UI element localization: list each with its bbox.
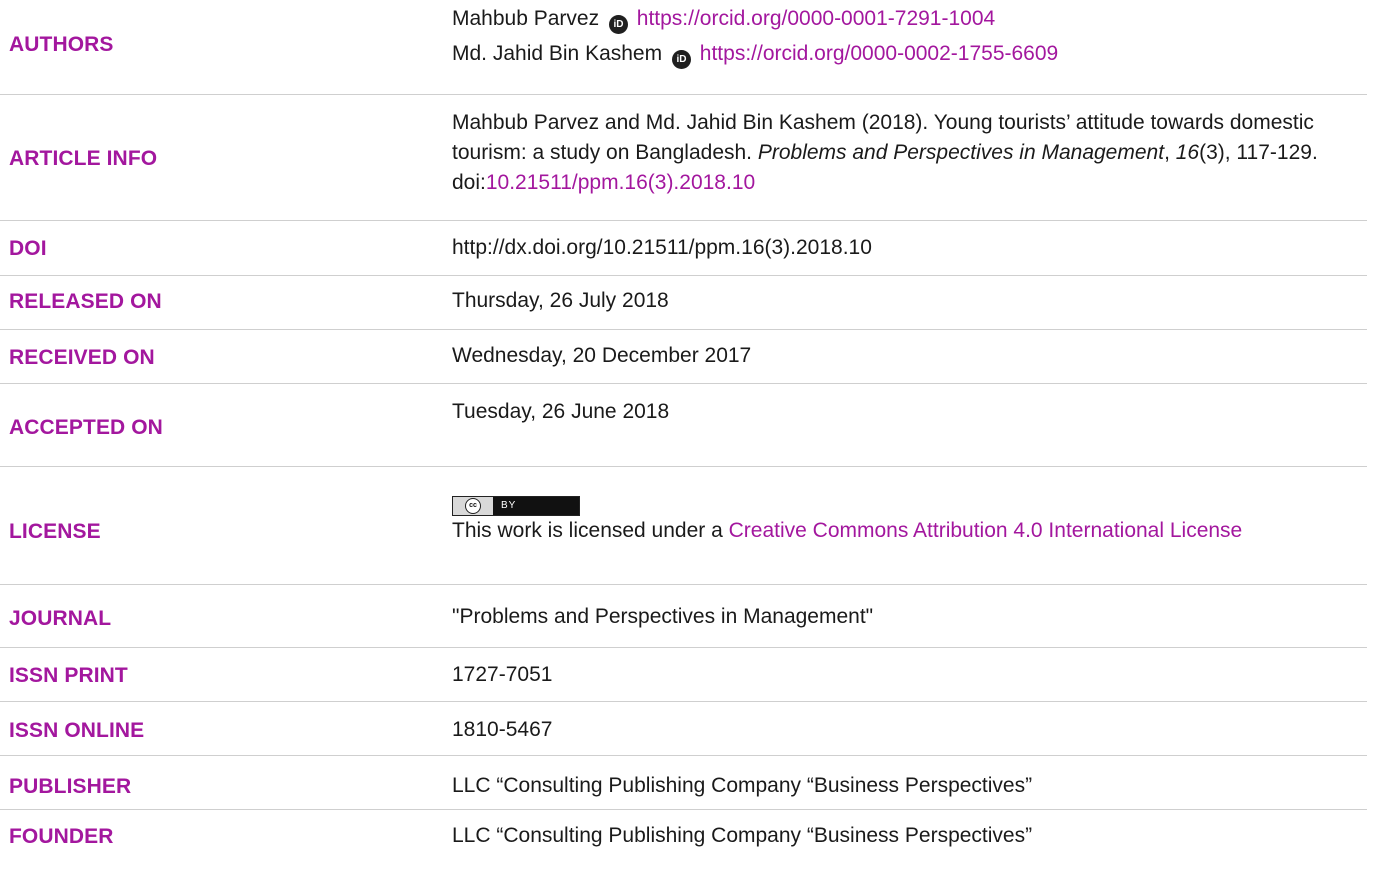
row-issn-print: ISSN PRINT 1727-7051	[0, 648, 1367, 702]
row-issn-online: ISSN ONLINE 1810-5467	[0, 702, 1367, 756]
value-received-on: Wednesday, 20 December 2017	[452, 344, 752, 367]
row-doi: DOI http://dx.doi.org/10.21511/ppm.16(3)…	[0, 221, 1367, 276]
label-doi: DOI	[9, 237, 47, 260]
row-accepted-on: ACCEPTED ON Tuesday, 26 June 2018	[0, 384, 1367, 467]
value-released-on: Thursday, 26 July 2018	[452, 289, 669, 312]
label-article-info: ARTICLE INFO	[9, 147, 158, 170]
value-issn-print: 1727-7051	[452, 663, 553, 686]
citation-volume: 16	[1175, 141, 1200, 164]
cc-by-license-icon[interactable]: cc BY	[452, 496, 580, 516]
author-1: Mahbub Parvez iD https://orcid.org/0000-…	[452, 4, 1367, 34]
label-released-on: RELEASED ON	[9, 290, 162, 313]
row-received-on: RECEIVED ON Wednesday, 20 December 2017	[0, 330, 1367, 384]
license-link[interactable]: Creative Commons Attribution 4.0 Interna…	[729, 519, 1243, 542]
value-doi: http://dx.doi.org/10.21511/ppm.16(3).201…	[452, 236, 872, 259]
row-authors: AUTHORS Mahbub Parvez iD https://orcid.o…	[0, 0, 1367, 95]
row-founder: FOUNDER LLC “Consulting Publishing Compa…	[0, 810, 1367, 865]
row-article-info: ARTICLE INFO Mahbub Parvez and Md. Jahid…	[0, 95, 1367, 221]
label-license: LICENSE	[9, 520, 101, 543]
label-accepted-on: ACCEPTED ON	[9, 416, 163, 439]
value-publisher: LLC “Consulting Publishing Company “Busi…	[452, 774, 1033, 797]
value-accepted-on: Tuesday, 26 June 2018	[452, 400, 670, 423]
label-issn-online: ISSN ONLINE	[9, 719, 145, 742]
license-text: This work is licensed under a Creative C…	[452, 519, 1243, 542]
value-authors: Mahbub Parvez iD https://orcid.org/0000-…	[452, 4, 1367, 69]
value-founder: LLC “Consulting Publishing Company “Busi…	[452, 824, 1033, 847]
citation-authors-year: Mahbub Parvez and Md. Jahid Bin Kashem (…	[452, 111, 934, 134]
orcid-icon[interactable]: iD	[608, 15, 628, 34]
row-publisher: PUBLISHER LLC “Consulting Publishing Com…	[0, 756, 1367, 810]
label-authors: AUTHORS	[9, 33, 114, 56]
value-article-info: Mahbub Parvez and Md. Jahid Bin Kashem (…	[452, 108, 1342, 198]
citation-doi-link[interactable]: 10.21511/ppm.16(3).2018.10	[486, 171, 755, 194]
value-issn-online: 1810-5467	[452, 718, 553, 741]
citation-sep: ,	[1164, 141, 1176, 164]
label-journal: JOURNAL	[9, 607, 112, 630]
author-2: Md. Jahid Bin Kashem iD https://orcid.or…	[452, 39, 1367, 69]
author-1-name: Mahbub Parvez	[452, 7, 600, 30]
author-1-orcid-link[interactable]: https://orcid.org/0000-0001-7291-1004	[637, 7, 995, 30]
value-license: cc BY This work is licensed under a Crea…	[452, 486, 1332, 546]
row-released-on: RELEASED ON Thursday, 26 July 2018	[0, 276, 1367, 330]
orcid-icon[interactable]: iD	[671, 50, 691, 69]
label-received-on: RECEIVED ON	[9, 346, 155, 369]
label-founder: FOUNDER	[9, 825, 114, 848]
label-publisher: PUBLISHER	[9, 775, 132, 798]
author-2-orcid-link[interactable]: https://orcid.org/0000-0002-1755-6609	[700, 42, 1058, 65]
row-license: LICENSE cc BY This work is licensed unde…	[0, 467, 1367, 585]
label-issn-print: ISSN PRINT	[9, 664, 128, 687]
author-2-name: Md. Jahid Bin Kashem	[452, 42, 663, 65]
citation-journal: Problems and Perspectives in Management	[757, 141, 1165, 164]
row-journal: JOURNAL "Problems and Perspectives in Ma…	[0, 585, 1367, 648]
value-journal: "Problems and Perspectives in Management…	[452, 605, 874, 628]
